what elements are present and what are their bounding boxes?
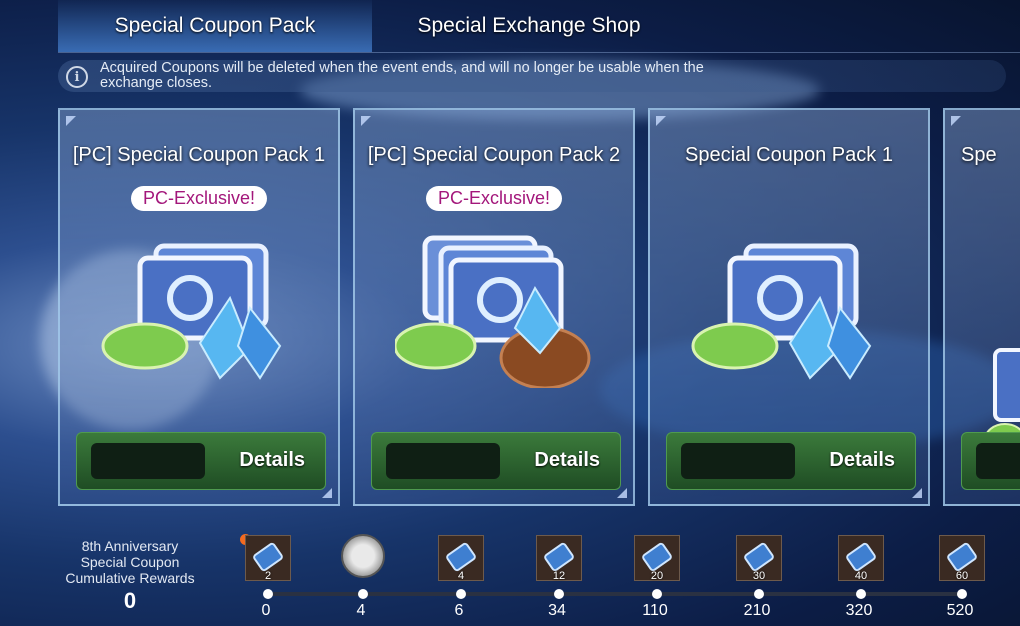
price-box xyxy=(386,443,500,479)
milestone-node xyxy=(456,589,466,599)
tab-bar: Special Coupon Pack Special Exchange Sho… xyxy=(58,0,1020,53)
milestone-value: 34 xyxy=(548,602,566,619)
coupon-pack-card[interactable]: Spe xyxy=(943,108,1020,506)
coupon-ticket-icon[interactable]: 30 xyxy=(736,535,782,582)
reward-quantity: 20 xyxy=(650,570,664,582)
tab-special-coupon-pack[interactable]: Special Coupon Pack xyxy=(58,0,372,52)
pc-exclusive-badge: PC-Exclusive! xyxy=(425,186,563,211)
milestone-node xyxy=(263,589,273,599)
notice-bar: i Acquired Coupons will be deleted when … xyxy=(58,60,1006,92)
details-button[interactable]: Details xyxy=(666,432,916,490)
milestone-value: 6 xyxy=(454,602,464,619)
card-title: Spe xyxy=(961,144,997,166)
reward-quantity: 2 xyxy=(264,570,272,582)
reward-quantity: 40 xyxy=(854,570,868,582)
tab-special-exchange-shop[interactable]: Special Exchange Shop xyxy=(372,0,686,52)
corner-marker xyxy=(322,488,332,498)
details-button[interactable]: Details xyxy=(76,432,326,490)
reward-quantity: 12 xyxy=(552,570,566,582)
reward-quantity: 4 xyxy=(457,570,465,582)
milestone-node xyxy=(554,589,564,599)
corner-marker xyxy=(617,488,627,498)
notice-text: Acquired Coupons will be deleted when th… xyxy=(100,60,704,91)
rewards-total: 0 xyxy=(123,588,137,613)
milestone-value: 110 xyxy=(642,602,668,619)
reward-quantity: 60 xyxy=(955,570,969,582)
details-button[interactable] xyxy=(961,432,1020,490)
milestone-value: 520 xyxy=(946,602,974,619)
milestone-node xyxy=(754,589,764,599)
coupon-ticket-icon[interactable]: 60 xyxy=(939,535,985,582)
milestone-node xyxy=(652,589,662,599)
milestone-value: 320 xyxy=(845,602,873,619)
corner-marker xyxy=(361,116,371,126)
corner-marker xyxy=(951,116,961,126)
corner-marker xyxy=(656,116,666,126)
milestone-node xyxy=(957,589,967,599)
details-label: Details xyxy=(534,449,600,471)
coupon-ticket-icon[interactable]: 2 xyxy=(245,535,291,582)
corner-marker xyxy=(912,488,922,498)
coupon-pack-card[interactable]: [PC] Special Coupon Pack 1 PC-Exclusive!… xyxy=(58,108,340,506)
rewards-title: 8th Anniversary Special Coupon Cumulativ… xyxy=(65,538,195,586)
milestone-value: 210 xyxy=(743,602,771,619)
coupon-ticket-icon[interactable]: 40 xyxy=(838,535,884,582)
milestone-value: 0 xyxy=(261,602,271,619)
card-title: Special Coupon Pack 1 xyxy=(685,144,893,166)
reward-quantity: 30 xyxy=(752,570,766,582)
coupon-pack-icon xyxy=(691,243,872,380)
details-label: Details xyxy=(239,449,305,471)
coupon-pack-icon xyxy=(101,243,282,380)
details-button[interactable]: Details xyxy=(371,432,621,490)
card-title: [PC] Special Coupon Pack 2 xyxy=(367,144,621,166)
corner-marker xyxy=(66,116,76,126)
card-title: [PC] Special Coupon Pack 1 xyxy=(72,144,326,166)
coupon-pack-card[interactable]: [PC] Special Coupon Pack 2 PC-Exclusive!… xyxy=(353,108,635,506)
price-box xyxy=(976,443,1020,479)
milestone-node xyxy=(856,589,866,599)
milestone-value: 4 xyxy=(356,602,366,619)
details-label: Details xyxy=(829,449,895,471)
info-icon: i xyxy=(66,66,88,88)
medal-icon[interactable] xyxy=(341,534,385,578)
price-box xyxy=(681,443,795,479)
coupon-pack-card[interactable]: Special Coupon Pack 1 Details xyxy=(648,108,930,506)
coupon-ticket-icon[interactable]: 4 xyxy=(438,535,484,582)
coupon-pack-icon xyxy=(395,235,591,388)
milestone-node xyxy=(358,589,368,599)
price-box xyxy=(91,443,205,479)
coupon-ticket-icon[interactable]: 20 xyxy=(634,535,680,582)
pc-exclusive-badge: PC-Exclusive! xyxy=(130,186,268,211)
coupon-ticket-icon[interactable]: 12 xyxy=(536,535,582,582)
